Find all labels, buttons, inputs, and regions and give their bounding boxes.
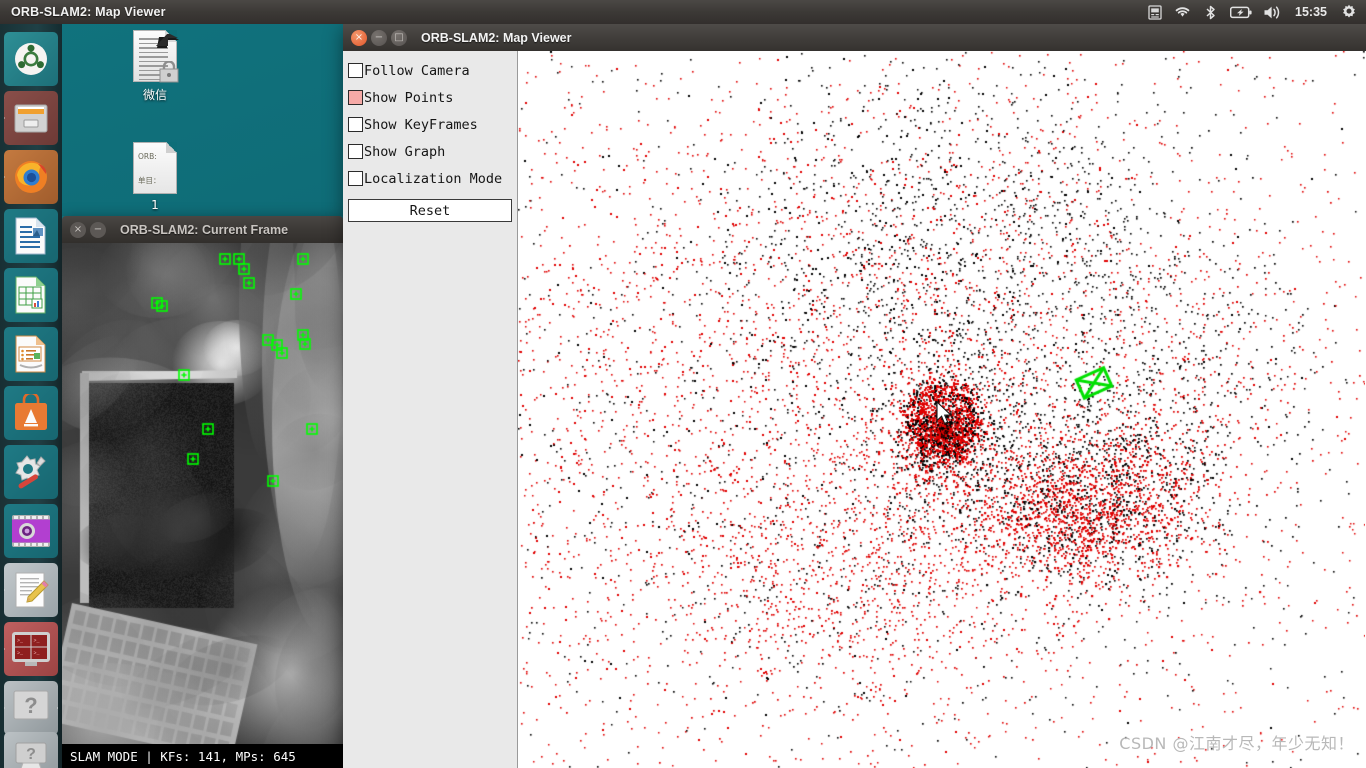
maximize-button[interactable]: □	[391, 29, 407, 46]
running-indicator	[4, 704, 5, 712]
firefox-icon	[15, 161, 47, 193]
text-editor-icon	[15, 572, 49, 608]
minimize-button[interactable]: −	[371, 29, 387, 46]
media-player-icon	[12, 515, 50, 547]
running-indicator	[4, 173, 5, 181]
launcher-item-trash[interactable]: ?	[4, 732, 58, 768]
current-frame-view[interactable]: SLAM MODE | KFs: 141, MPs: 645	[62, 243, 343, 768]
svg-text:>_: >_	[34, 651, 41, 657]
show-graph-label: Show Graph	[364, 143, 446, 160]
follow-camera-label: Follow Camera	[364, 62, 470, 79]
reset-button[interactable]: Reset	[348, 199, 512, 222]
launcher-item-files[interactable]	[4, 91, 58, 145]
running-indicator	[4, 586, 5, 594]
camera-frame-canvas	[62, 243, 343, 768]
gear-icon[interactable]	[1340, 4, 1357, 21]
running-indicator	[4, 645, 5, 653]
files-icon	[14, 104, 48, 133]
keyboard-input-icon[interactable]	[1146, 4, 1163, 21]
checkbox-row-show-graph[interactable]: Show Graph	[348, 138, 512, 165]
wechat-shortcut-icon	[133, 30, 179, 83]
close-button[interactable]: ×	[351, 29, 367, 46]
checkbox-row-follow-camera[interactable]: Follow Camera	[348, 57, 512, 84]
terminal-icon: >_ >_ >_ >_	[12, 632, 50, 666]
launcher-item-terminal[interactable]: >_ >_ >_ >_	[4, 622, 58, 676]
launcher-item-ubuntu-software[interactable]	[4, 386, 58, 440]
running-indicator	[4, 114, 5, 122]
current-frame-titlebar[interactable]: × − ORB-SLAM2: Current Frame	[62, 216, 343, 243]
slam-status-bar: SLAM MODE | KFs: 141, MPs: 645	[62, 744, 343, 768]
map-viewer-titlebar[interactable]: × − □ ORB-SLAM2: Map Viewer	[343, 24, 1366, 51]
desktop-icon-file-1[interactable]: ORB: 单目： 1	[110, 142, 200, 212]
map-viewer-canvas-area[interactable]: CSDN @江南才尽，年少无知！	[518, 51, 1366, 768]
point-cloud-canvas	[518, 51, 1365, 768]
checkbox-row-show-keyframes[interactable]: Show KeyFrames	[348, 111, 512, 138]
system-settings-icon	[15, 455, 46, 489]
clock[interactable]: 15:35	[1293, 5, 1329, 19]
current-frame-title: ORB-SLAM2: Current Frame	[120, 222, 289, 237]
map-viewer-title: ORB-SLAM2: Map Viewer	[421, 30, 572, 45]
svg-text:>_: >_	[17, 638, 24, 644]
launcher-item-libreoffice-calc[interactable]	[4, 268, 58, 322]
system-tray: 15:35	[1146, 4, 1366, 21]
launcher-item-libreoffice-impress[interactable]	[4, 327, 58, 381]
localization-mode-checkbox[interactable]	[348, 171, 363, 186]
top-panel: ORB-SLAM2: Map Viewer 15:35	[0, 0, 1366, 24]
localization-mode-label: Localization Mode	[364, 170, 503, 187]
map-viewer-window: × − □ ORB-SLAM2: Map Viewer Follow Camer…	[343, 24, 1366, 768]
desktop-icon-wechat[interactable]: 微信	[110, 30, 200, 103]
bluetooth-icon[interactable]	[1202, 4, 1219, 21]
launcher-item-libreoffice-writer[interactable]	[4, 209, 58, 263]
minimize-button[interactable]: −	[90, 221, 106, 238]
desktop-icon-label: 1	[151, 198, 159, 212]
show-points-label: Show Points	[364, 89, 454, 106]
checkbox-row-localization-mode[interactable]: Localization Mode	[348, 165, 512, 192]
show-keyframes-checkbox[interactable]	[348, 117, 363, 132]
launcher-item-system-settings[interactable]	[4, 445, 58, 499]
text-file-icon: ORB: 单目：	[133, 142, 177, 194]
svg-text:>_: >_	[17, 651, 24, 657]
launcher-item-text-editor[interactable]	[4, 563, 58, 617]
show-graph-checkbox[interactable]	[348, 144, 363, 159]
svg-text:?: ?	[24, 693, 37, 718]
libreoffice-impress-icon	[15, 335, 46, 373]
launcher-dock: >_ >_ >_ >_ ? ?	[0, 24, 62, 768]
libreoffice-writer-icon	[15, 217, 46, 255]
map-control-panel: Follow Camera Show Points Show KeyFrames…	[343, 51, 518, 768]
checkbox-row-show-points[interactable]: Show Points	[348, 84, 512, 111]
launcher-item-firefox[interactable]	[4, 150, 58, 204]
follow-camera-checkbox[interactable]	[348, 63, 363, 78]
wifi-icon[interactable]	[1174, 4, 1191, 21]
launcher-item-media-player[interactable]	[4, 504, 58, 558]
trash-icon: ?	[15, 742, 47, 768]
lock-overlay-icon	[159, 61, 179, 83]
show-keyframes-label: Show KeyFrames	[364, 116, 478, 133]
help-icon: ?	[13, 690, 49, 720]
svg-text:>_: >_	[34, 638, 41, 644]
shortcut-arrow-icon	[156, 34, 179, 48]
show-points-checkbox[interactable]	[348, 90, 363, 105]
close-button[interactable]: ×	[70, 221, 86, 238]
desktop-icon-label: 微信	[142, 88, 167, 102]
ubuntu-software-icon	[15, 394, 47, 430]
file-preview-line-2: 单目：	[138, 176, 161, 185]
libreoffice-calc-icon	[15, 276, 46, 314]
ubuntu-dash-icon	[15, 43, 47, 75]
battery-icon[interactable]	[1230, 4, 1252, 21]
launcher-item-ubuntu-dash[interactable]	[4, 32, 58, 86]
launcher-item-help[interactable]: ?	[4, 681, 58, 735]
file-preview-line-1: ORB:	[138, 152, 157, 161]
focus-indicator	[57, 704, 58, 712]
current-frame-window: × − ORB-SLAM2: Current Frame SLAM MODE |…	[62, 216, 343, 768]
volume-icon[interactable]	[1263, 4, 1282, 21]
svg-text:?: ?	[26, 746, 36, 763]
panel-app-title[interactable]: ORB-SLAM2: Map Viewer	[0, 5, 166, 19]
